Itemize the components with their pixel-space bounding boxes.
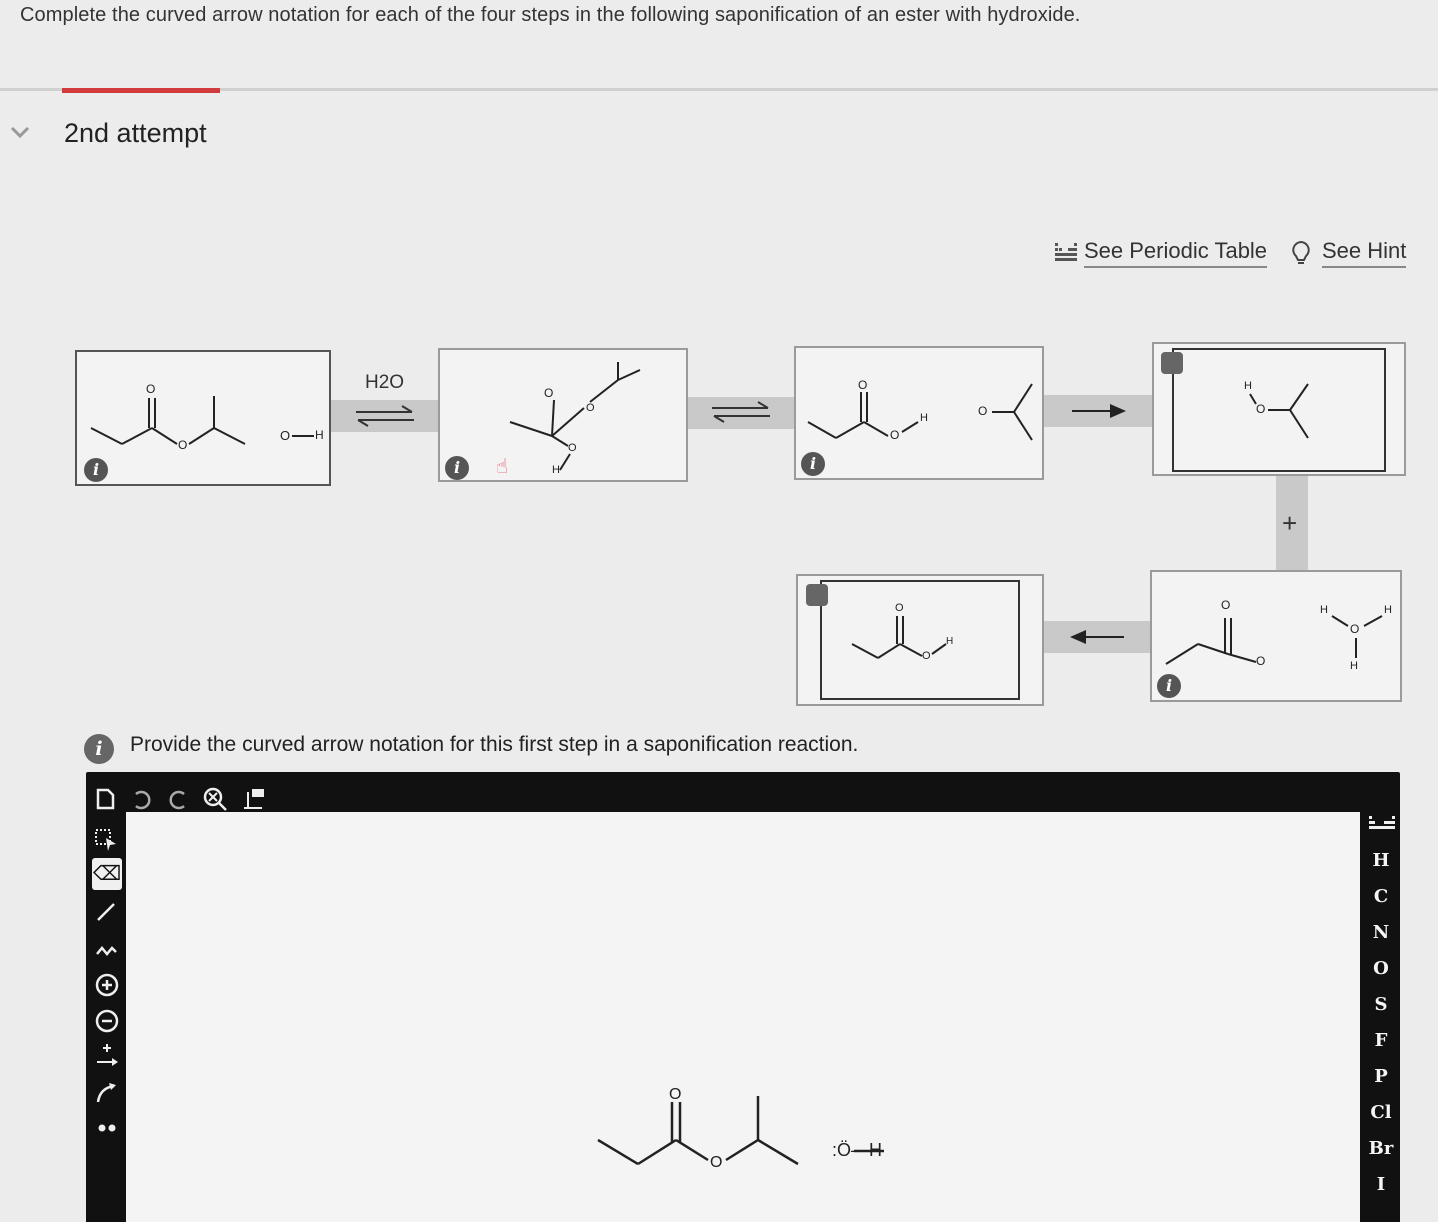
hydronium-hydrogen-3: H <box>1350 660 1358 672</box>
step-3-box[interactable]: O O H O i <box>794 346 1044 480</box>
acid-hydrogen: H <box>946 636 954 647</box>
ester-structure <box>90 396 314 445</box>
element-f[interactable]: F <box>1364 1030 1398 1051</box>
undo-icon[interactable] <box>130 790 154 810</box>
info-icon[interactable]: i <box>84 458 108 482</box>
hand-cursor-icon: ☝ <box>496 456 509 478</box>
acid-hydroxyl-oxygen: O <box>890 428 900 442</box>
carbonyl-oxygen: O <box>146 382 156 396</box>
isopropanol-hydrogen: H <box>1244 380 1252 392</box>
reagent-label: H2O <box>365 372 405 393</box>
info-icon[interactable]: i <box>84 734 114 764</box>
step-2-box[interactable]: O O O H i ☝ <box>438 348 688 482</box>
hydroxyl-hydrogen: H <box>552 464 560 476</box>
equilibrium-arrow-2 <box>712 401 770 423</box>
drawing-canvas[interactable]: O O :Ö—H <box>126 812 1360 1222</box>
chain-icon[interactable] <box>94 936 118 960</box>
hydroxyl-oxygen: O <box>568 442 577 454</box>
isopropanol-oxygen: O <box>1256 402 1266 416</box>
active-tab-indicator <box>62 88 220 93</box>
acid-hydroxyl-oxygen: O <box>922 650 931 662</box>
curved-arrow-icon[interactable] <box>94 1080 120 1106</box>
alkoxide-oxygen: O <box>978 404 988 418</box>
acid-hydrogen: H <box>920 412 928 424</box>
canvas-hydroxide[interactable]: :Ö—H <box>832 1140 882 1161</box>
element-s[interactable]: S <box>1364 994 1398 1015</box>
hydronium-hydrogen-1: H <box>1320 604 1328 616</box>
lock-icon <box>806 584 828 606</box>
element-cl[interactable]: Cl <box>1364 1102 1398 1123</box>
step-4-box[interactable]: H O <box>1152 342 1406 476</box>
plus-sign: + <box>1282 508 1298 538</box>
element-c[interactable]: C <box>1364 886 1398 907</box>
info-icon[interactable]: i <box>801 452 825 476</box>
element-n[interactable]: N <box>1364 922 1398 943</box>
step-5-box[interactable]: O O O H H H i <box>1150 570 1402 702</box>
bridge-oxygen: O <box>586 402 595 414</box>
element-o[interactable]: O <box>1364 958 1398 979</box>
element-h[interactable]: H <box>1364 850 1398 871</box>
carboxylate-oxygen-2: O <box>1256 654 1266 668</box>
hydroxide-oxygen: O <box>280 428 291 443</box>
ester-oxygen: O <box>178 438 188 452</box>
carboxylate-plus-water-structure <box>1165 615 1383 665</box>
acid-carbonyl-oxygen: O <box>858 378 868 392</box>
see-hint-link[interactable]: See Hint <box>1322 238 1407 268</box>
hydronium-hydrogen-2: H <box>1384 604 1392 616</box>
clean-2d-icon[interactable] <box>240 786 266 812</box>
canvas-carbonyl-oxygen[interactable]: O <box>669 1086 681 1104</box>
step-6-box[interactable]: O O H <box>796 574 1044 706</box>
step-prompt: Provide the curved arrow notation for th… <box>130 733 859 756</box>
canvas-ester-structure <box>597 1096 884 1166</box>
negative-charge-icon[interactable] <box>94 1008 120 1034</box>
bond-icon[interactable] <box>94 900 118 924</box>
backward-arrow <box>1070 630 1124 644</box>
positive-charge-icon[interactable] <box>94 972 120 998</box>
hydroxide-hydrogen: H <box>315 428 324 442</box>
see-periodic-table-link[interactable]: See Periodic Table <box>1084 238 1268 268</box>
new-document-icon[interactable] <box>94 788 116 810</box>
alkoxide-oxygen: O <box>544 386 554 400</box>
element-i[interactable]: I <box>1364 1174 1398 1195</box>
isopropanol-structure <box>1249 383 1309 439</box>
tetrahedral-intermediate-structure <box>509 362 641 471</box>
element-br[interactable]: Br <box>1364 1138 1398 1159</box>
info-icon[interactable]: i <box>1157 674 1181 698</box>
canvas-ester-oxygen[interactable]: O <box>710 1154 722 1172</box>
periodic-table-icon[interactable] <box>1368 814 1396 834</box>
lone-pair-icon[interactable] <box>94 1118 120 1138</box>
redo-icon[interactable] <box>166 790 190 810</box>
element-p[interactable]: P <box>1364 1066 1398 1087</box>
select-icon[interactable] <box>94 828 118 852</box>
lock-icon <box>1161 352 1183 374</box>
periodic-table-icon[interactable] <box>1054 241 1078 263</box>
question-text: Complete the curved arrow notation for e… <box>20 4 1081 26</box>
eraser-icon[interactable]: ⌫ <box>92 858 122 890</box>
lightbulb-icon[interactable] <box>1290 240 1312 266</box>
carboxylate-oxygen-1: O <box>1221 598 1231 612</box>
forward-arrow <box>1072 404 1126 418</box>
attempt-title[interactable]: 2nd attempt <box>64 118 207 149</box>
add-arrow-icon[interactable] <box>94 1042 120 1068</box>
equilibrium-arrow-1 <box>356 405 414 427</box>
step-1-box[interactable]: O O O H i <box>75 350 331 486</box>
carboxylic-acid-structure <box>851 616 947 659</box>
info-icon[interactable]: i <box>445 456 469 480</box>
zoom-reset-icon[interactable] <box>202 786 228 812</box>
hydronium-oxygen: O <box>1350 622 1360 636</box>
acid-carbonyl-oxygen: O <box>895 602 904 614</box>
chevron-down-icon[interactable] <box>8 122 32 142</box>
